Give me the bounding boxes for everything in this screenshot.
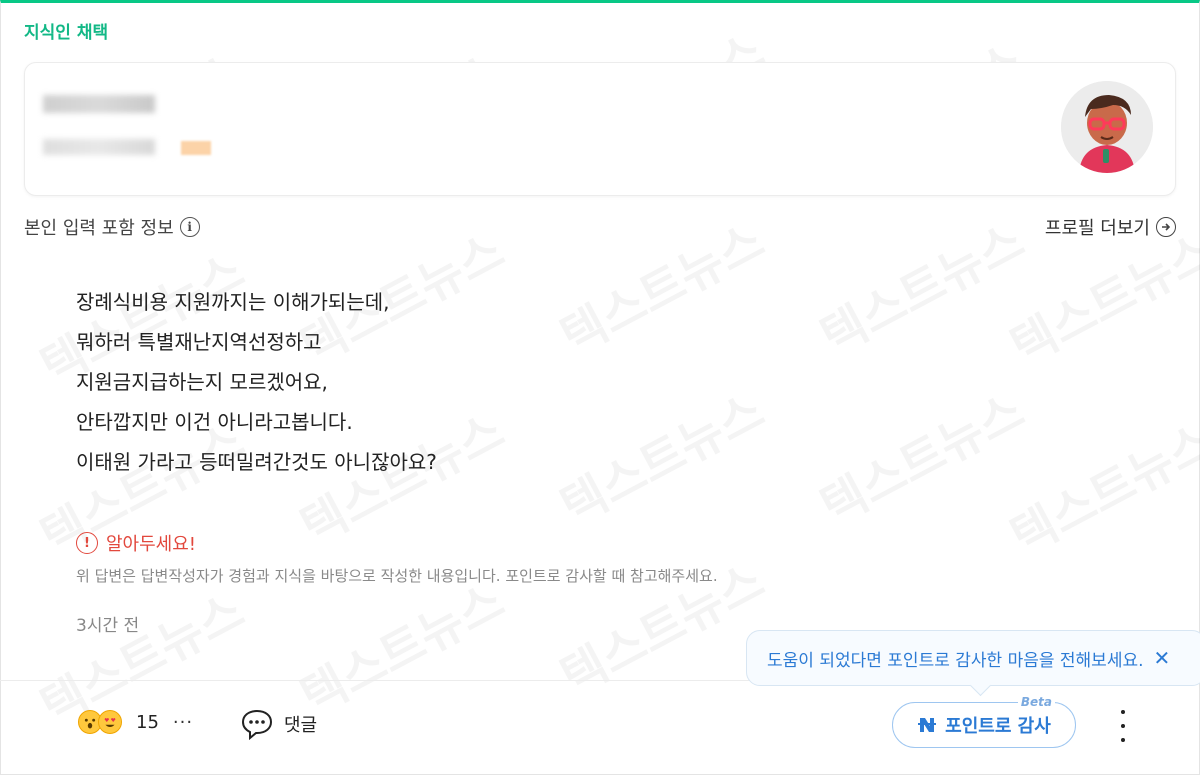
profile-card[interactable]: [24, 62, 1176, 196]
blurred-badge: [181, 141, 211, 155]
reaction-group[interactable]: 15 ···: [78, 708, 193, 736]
chosen-answer-label: 지식인 채택: [24, 23, 109, 43]
blurred-username: [43, 95, 155, 113]
avatar-illustration-icon: [1061, 81, 1153, 173]
answer-line: 장례식비용 지원까지는 이해가되는데,: [76, 290, 390, 314]
profile-info-label: 본인 입력 포함 정보: [24, 218, 174, 239]
answer-line: 이태원 가라고 등떠밀려간것도 아니잖아요?: [76, 450, 437, 474]
alert-icon: !: [76, 532, 98, 554]
blurred-user-grade: [43, 139, 155, 155]
reaction-emojis[interactable]: [78, 708, 126, 736]
answer-line: 안타깝지만 이건 아니라고봅니다.: [76, 410, 353, 434]
answer-line: 뭐하러 특별재난지역선정하고: [76, 330, 322, 354]
reaction-count: 15: [136, 711, 159, 733]
notice-text: 위 답변은 답변작성자가 경험과 지식을 바탕으로 작성한 내용입니다. 포인트…: [76, 567, 718, 585]
more-profile-link[interactable]: 프로필 더보기: [1045, 214, 1176, 240]
answer-body: 장례식비용 지원까지는 이해가되는데, 뭐하러 특별재난지역선정하고 지원금지급…: [76, 282, 437, 482]
notice-header: ! 알아두세요!: [76, 530, 196, 556]
beta-badge: Beta: [1017, 695, 1055, 709]
thank-label: 포인트로 감사: [945, 716, 1051, 737]
avatar[interactable]: [1061, 81, 1153, 173]
comment-label: 댓글: [284, 715, 318, 736]
notice-title: 알아두세요!: [106, 534, 197, 555]
comment-bubble-icon: [241, 709, 273, 740]
thank-with-points-button[interactable]: Beta 포인트로 감사: [892, 695, 1076, 748]
comment-button[interactable]: 댓글: [240, 708, 317, 740]
thank-tooltip: 도움이 되었다면 포인트로 감사한 마음을 전해보세요. ✕: [746, 630, 1200, 686]
arrow-right-icon: [1156, 217, 1176, 237]
answer-time: 3시간 전: [76, 616, 140, 636]
close-icon[interactable]: ✕: [1154, 646, 1171, 670]
more-profile-label: 프로필 더보기: [1044, 218, 1150, 239]
profile-info-row[interactable]: 본인 입력 포함 정보 i: [24, 214, 200, 240]
answer-line: 지원금지급하는지 모르겠어요,: [76, 370, 328, 394]
more-options-icon[interactable]: [1112, 710, 1134, 742]
info-icon[interactable]: i: [179, 217, 200, 237]
tooltip-text: 도움이 되었다면 포인트로 감사한 마음을 전해보세요.: [767, 650, 1144, 671]
reaction-more-button[interactable]: ···: [173, 712, 193, 733]
naver-point-icon: [918, 718, 937, 732]
heart-eyes-emoji-icon: [98, 710, 122, 734]
